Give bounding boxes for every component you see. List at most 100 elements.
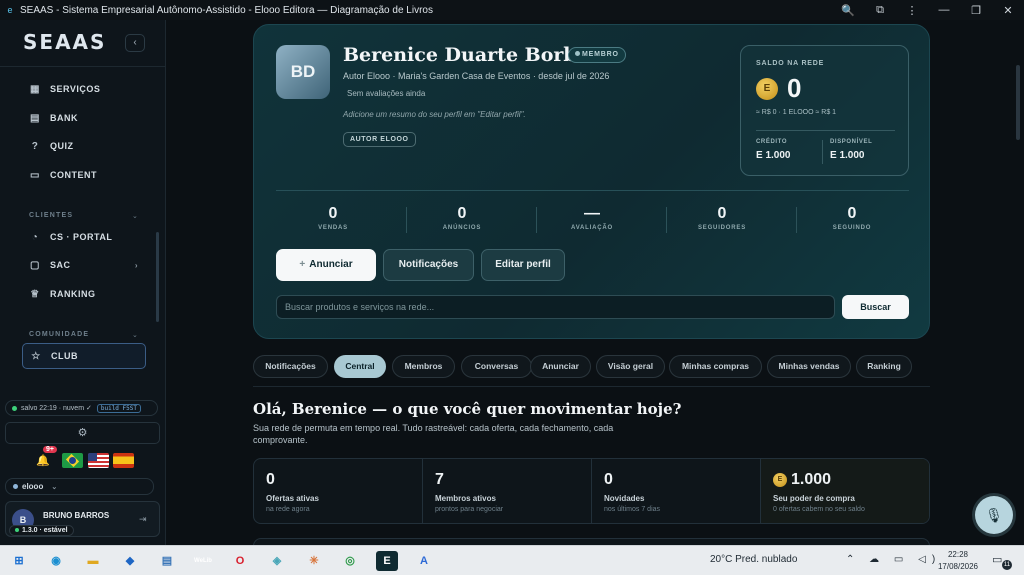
- divider: [276, 190, 909, 191]
- tab-anunciar[interactable]: Anunciar: [530, 355, 591, 378]
- announce-label: Anunciar: [309, 259, 353, 270]
- plus-icon: +: [299, 259, 306, 270]
- available-label: DISPONÍVEL: [830, 139, 873, 145]
- chevron-right-icon: ›: [134, 260, 138, 270]
- elooo-app-icon[interactable]: E: [376, 551, 398, 571]
- start-icon[interactable]: ⊞: [8, 551, 30, 571]
- role-badge: AUTOR ELOOO: [343, 132, 416, 147]
- stat-label: SEGUIDORES: [697, 225, 746, 231]
- notifications-bell-icon[interactable]: 🔔: [36, 454, 50, 467]
- badge-dot-icon: [575, 51, 580, 56]
- org-dot-icon: [13, 484, 18, 489]
- more-menu-icon[interactable]: ⋮: [896, 4, 928, 17]
- greeting-subtitle: Sua rede de permuta em tempo real. Tudo …: [253, 423, 614, 445]
- grid-icon: ▦: [30, 83, 40, 95]
- sidebar-item-content[interactable]: ▭ CONTENT: [22, 163, 146, 187]
- tab-minhas-compras[interactable]: Minhas compras: [669, 355, 762, 378]
- weather-widget[interactable]: 20°C Pred. nublado: [710, 554, 797, 565]
- arc-icon[interactable]: A: [413, 551, 435, 571]
- collapse-sidebar-button[interactable]: ‹: [125, 34, 145, 52]
- save-status-text: salvo 22:19 · nuvem ✓: [21, 405, 92, 412]
- org-selector[interactable]: elooo ⌄: [5, 478, 154, 495]
- kpi-sub: 0 ofertas cabem no seu saldo: [773, 506, 865, 513]
- notepad-icon[interactable]: ▤: [156, 551, 178, 571]
- tab-notificacoes[interactable]: Notificações: [253, 355, 328, 378]
- maximize-button[interactable]: ❐: [960, 4, 992, 17]
- sidebar-scrollbar[interactable]: [156, 232, 159, 322]
- kpi-label: Novidades: [604, 494, 645, 503]
- sidebar-item-cs-portal[interactable]: ◔ CS · PORTAL: [22, 225, 146, 249]
- welib-icon[interactable]: WeLib: [191, 551, 215, 571]
- kpi-value: 1.000: [791, 471, 832, 488]
- stat-seguidores: 0 SEGUIDORES: [657, 205, 787, 231]
- divider: [756, 130, 895, 131]
- edit-profile-button[interactable]: Editar perfil: [481, 249, 565, 281]
- notification-center-icon[interactable]: ▭: [992, 553, 1002, 566]
- settings-button[interactable]: ⚙: [5, 422, 160, 444]
- kpi-membros-ativos: 7 Membros ativos prontos para negociar: [423, 459, 592, 523]
- main-scrollbar[interactable]: [1016, 65, 1020, 140]
- file-explorer-icon[interactable]: ▬: [82, 551, 104, 571]
- kpi-value: 0: [266, 471, 275, 488]
- flag-usa-icon[interactable]: [88, 453, 109, 468]
- system-tray[interactable]: ⌃ ☁ ▭ ◁): [846, 554, 941, 565]
- star-icon: ☆: [31, 350, 41, 362]
- clock[interactable]: 22:28 17/08/2026: [936, 549, 980, 573]
- section-label-clientes[interactable]: CLIENTES: [29, 212, 73, 219]
- stat-seguindo: 0 SEGUINDO: [787, 205, 917, 231]
- sidebar-item-quiz[interactable]: ? QUIZ: [22, 134, 146, 158]
- section-label-comunidade[interactable]: COMUNIDADE: [29, 331, 89, 338]
- kpi-label: Membros ativos: [435, 494, 496, 503]
- tab-central[interactable]: Central: [334, 355, 386, 378]
- stat-value: 0: [457, 205, 467, 222]
- edge-icon[interactable]: ◉: [45, 551, 67, 571]
- sidebar: SEAAS ‹ ▦ SERVIÇOS ▤ BANK ? QUIZ ▭ CONTE…: [0, 20, 166, 545]
- opera-icon[interactable]: O: [229, 551, 251, 571]
- version-badge: 1.3.0 · estável: [9, 525, 74, 536]
- user-name: BRUNO BARROS: [43, 511, 110, 520]
- main-content: BD Berenice Duarte Borba MEMBRO Autor El…: [166, 20, 1024, 545]
- notifications-button[interactable]: Notificações: [383, 249, 474, 281]
- tab-minhas-vendas[interactable]: Minhas vendas: [767, 355, 851, 378]
- stat-value: —: [584, 205, 600, 222]
- logout-icon[interactable]: ⇥: [139, 514, 147, 525]
- close-button[interactable]: ✕: [992, 4, 1024, 17]
- sidebar-item-label: CS · PORTAL: [50, 232, 113, 242]
- bank-icon: ▤: [30, 112, 40, 124]
- tab-visao-geral[interactable]: Visão geral: [596, 355, 665, 378]
- microphone-button[interactable]: 🎙: [975, 496, 1013, 534]
- flag-brazil-icon[interactable]: [62, 453, 83, 468]
- chrome-icon[interactable]: ◎: [339, 551, 361, 571]
- stat-value: 0: [847, 205, 857, 222]
- zoom-icon[interactable]: 🔍: [832, 4, 864, 17]
- flag-spain-icon[interactable]: [113, 453, 134, 468]
- wallet-card: SALDO NA REDE E 0 ≈ R$ 0 · 1 ELOOO ≈ R$ …: [740, 45, 909, 176]
- tab-ranking[interactable]: Ranking: [856, 355, 912, 378]
- minimize-button[interactable]: —: [928, 4, 960, 16]
- sidebar-item-ranking[interactable]: ♕ RANKING: [22, 282, 146, 306]
- chevron-down-icon[interactable]: ⌄: [132, 212, 138, 220]
- chevron-down-icon[interactable]: ⌄: [132, 331, 138, 339]
- elooo-coin-icon: E: [756, 78, 778, 100]
- announce-button[interactable]: + Anunciar: [276, 249, 376, 281]
- credit-label: CRÉDITO: [756, 139, 788, 145]
- sidebar-item-bank[interactable]: ▤ BANK: [22, 106, 146, 130]
- stat-value: 0: [717, 205, 727, 222]
- help-circle-icon: ?: [31, 140, 39, 152]
- stat-vendas: 0 VENDAS: [268, 205, 398, 231]
- kpi-label: Seu poder de compra: [773, 494, 855, 503]
- tab-conversas[interactable]: Conversas: [461, 355, 532, 378]
- folder-icon[interactable]: ◈: [266, 551, 288, 571]
- sidebar-item-club[interactable]: ☆ CLUB: [22, 343, 146, 369]
- outlook-icon[interactable]: ◆: [119, 551, 141, 571]
- sidebar-item-sac[interactable]: ▢ SAC ›: [22, 253, 146, 277]
- extensions-icon[interactable]: ⧉: [864, 4, 896, 17]
- next-section-card: [253, 538, 930, 545]
- sidebar-item-servicos[interactable]: ▦ SERVIÇOS: [22, 77, 146, 101]
- claude-icon[interactable]: ✳: [303, 551, 325, 571]
- search-input[interactable]: Buscar produtos e serviços na rede...: [276, 295, 835, 319]
- search-button[interactable]: Buscar: [842, 295, 909, 319]
- kpi-value: 0: [604, 471, 613, 488]
- seaas-logo[interactable]: SEAAS: [23, 30, 106, 54]
- tab-membros[interactable]: Membros: [392, 355, 455, 378]
